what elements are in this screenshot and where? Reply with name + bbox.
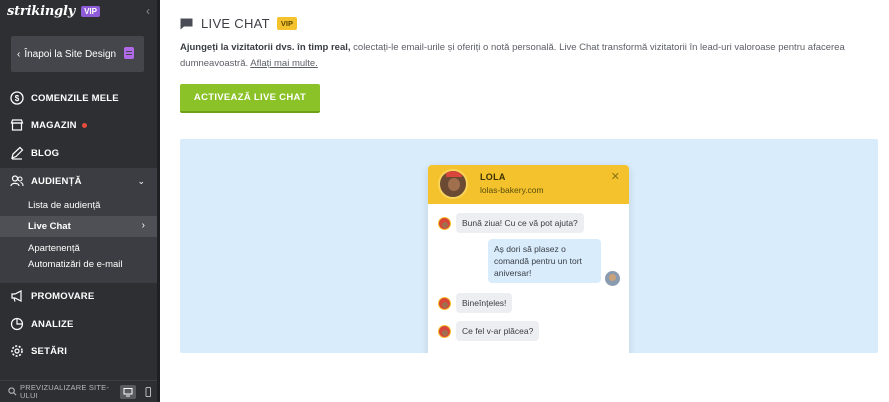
logo-row: strikingly VIP bbox=[7, 4, 100, 19]
chat-message: Ce fel v-ar plăcea? bbox=[438, 321, 540, 341]
sidebar-subitem-email-automation[interactable]: Automatizări de e-mail bbox=[28, 259, 128, 270]
pie-chart-icon bbox=[10, 317, 24, 331]
search-icon bbox=[8, 387, 17, 396]
sidebar-subitem-live-chat[interactable]: Live Chat › bbox=[0, 216, 157, 237]
sidebar-divider bbox=[157, 0, 160, 402]
site-design-icon bbox=[124, 47, 134, 59]
sidebar-item-label: SETĂRI bbox=[31, 345, 68, 357]
chat-widget-preview: LOLA lolas-bakery.com ✕ Bună ziua! Cu ce… bbox=[428, 165, 629, 353]
activate-live-chat-button[interactable]: ACTIVEAZĂ LIVE CHAT bbox=[180, 84, 320, 113]
sidebar-item-label: BLOG bbox=[31, 147, 60, 159]
page-title: LIVE CHAT bbox=[201, 16, 270, 31]
agent-message: Bună ziua! Cu ce vă pot ajuta? bbox=[456, 213, 584, 233]
notification-dot bbox=[81, 122, 87, 128]
preview-site-link[interactable]: PREVIZUALIZARE SITE-ULUI bbox=[20, 383, 116, 400]
sidebar: strikingly VIP ‹ ‹ Înapoi la Site Design… bbox=[0, 0, 157, 402]
learn-more-link[interactable]: Aflați mai multe. bbox=[250, 58, 318, 69]
desktop-icon bbox=[123, 387, 133, 396]
description-bold: Ajungeți la vizitatorii dvs. în timp rea… bbox=[180, 42, 351, 53]
chevron-left-icon: ‹ bbox=[17, 48, 21, 60]
pen-icon bbox=[10, 146, 24, 160]
sidebar-item-promote[interactable]: PROMOVARE bbox=[0, 283, 157, 309]
sidebar-item-analytics[interactable]: ANALIZE bbox=[0, 311, 157, 337]
user-avatar bbox=[605, 271, 620, 286]
close-icon: ✕ bbox=[610, 171, 620, 183]
sidebar-subitem-label: Live Chat bbox=[28, 221, 71, 232]
agent-avatar bbox=[438, 169, 468, 199]
agent-mini-avatar bbox=[438, 216, 451, 230]
desktop-preview-button[interactable] bbox=[120, 384, 136, 399]
vip-badge: VIP bbox=[81, 5, 100, 17]
sidebar-item-store[interactable]: MAGAZIN bbox=[0, 112, 157, 138]
sidebar-item-label: MAGAZIN bbox=[31, 119, 77, 131]
back-to-site-design-button[interactable]: ‹ Înapoi la Site Design bbox=[11, 36, 144, 72]
dollar-circle-icon: $ bbox=[10, 91, 24, 105]
chevron-right-icon: › bbox=[141, 220, 145, 231]
sidebar-item-label: AUDIENȚĂ bbox=[31, 175, 82, 187]
users-icon bbox=[10, 174, 24, 188]
store-icon bbox=[10, 118, 24, 132]
agent-mini-avatar bbox=[438, 296, 451, 310]
agent-message: Ce fel v-ar plăcea? bbox=[456, 321, 540, 341]
chat-message: Bineînțeles! bbox=[438, 293, 513, 313]
agent-site: lolas-bakery.com bbox=[480, 185, 544, 195]
sidebar-subitem-membership[interactable]: Apartenență bbox=[28, 243, 80, 254]
chat-header: LOLA lolas-bakery.com ✕ bbox=[428, 165, 629, 204]
agent-name: LOLA bbox=[480, 172, 506, 182]
strikingly-logo[interactable]: strikingly bbox=[7, 4, 75, 19]
description: Ajungeți la vizitatorii dvs. în timp rea… bbox=[180, 40, 880, 72]
page-header: LIVE CHAT VIP bbox=[180, 16, 298, 31]
sidebar-group-audience: AUDIENȚĂ ⌄ Lista de audiență Live Chat ›… bbox=[0, 168, 157, 283]
back-label: Înapoi la Site Design bbox=[24, 48, 117, 60]
sidebar-item-blog[interactable]: BLOG bbox=[0, 140, 157, 166]
chat-message: Bună ziua! Cu ce vă pot ajuta? bbox=[438, 213, 584, 233]
sidebar-item-orders[interactable]: $ COMENZILE MELE bbox=[0, 85, 157, 111]
sidebar-item-settings[interactable]: SETĂRI bbox=[0, 338, 157, 364]
mobile-icon bbox=[145, 386, 151, 397]
agent-message: Bineînțeles! bbox=[456, 293, 513, 313]
gear-icon bbox=[10, 344, 24, 358]
mobile-preview-button[interactable] bbox=[140, 385, 156, 399]
sidebar-subitem-audience-list[interactable]: Lista de audiență bbox=[28, 200, 100, 211]
preview-bar: PREVIZUALIZARE SITE-ULUI bbox=[0, 380, 157, 402]
sidebar-item-label: PROMOVARE bbox=[31, 290, 95, 302]
sidebar-item-label: COMENZILE MELE bbox=[31, 92, 119, 104]
chat-bubble-icon bbox=[180, 18, 193, 30]
svg-text:$: $ bbox=[15, 94, 20, 103]
sidebar-item-label: ANALIZE bbox=[31, 318, 74, 330]
collapse-sidebar-icon[interactable]: ‹ bbox=[146, 4, 150, 18]
megaphone-icon bbox=[10, 289, 24, 303]
agent-mini-avatar bbox=[438, 324, 451, 338]
chat-preview-area: LOLA lolas-bakery.com ✕ Bună ziua! Cu ce… bbox=[180, 139, 878, 353]
vip-badge: VIP bbox=[276, 17, 298, 30]
chevron-down-icon: ⌄ bbox=[137, 175, 145, 186]
sidebar-item-audience[interactable]: AUDIENȚĂ ⌄ bbox=[0, 168, 157, 194]
user-message: Aș dori să plasez o comandă pentru un to… bbox=[488, 239, 601, 283]
